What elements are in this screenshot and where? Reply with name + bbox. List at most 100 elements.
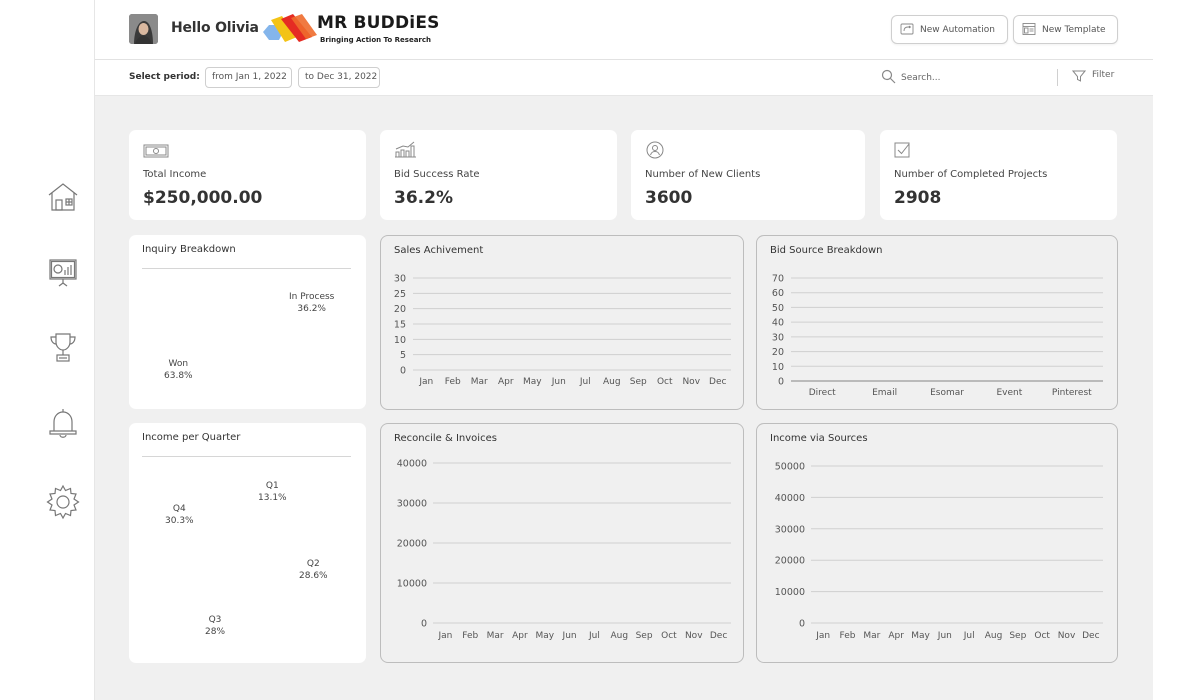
x-tick-label: Feb: [462, 631, 478, 641]
period-from-picker[interactable]: from Jan 1, 2022: [205, 67, 292, 88]
filter-button[interactable]: Filter: [1072, 70, 1115, 82]
x-tick-label: Jan: [418, 377, 433, 387]
x-tick-label: May: [523, 377, 542, 387]
y-tick-label: 20: [394, 304, 406, 315]
home-icon[interactable]: [44, 178, 82, 216]
title-divider: [142, 268, 351, 269]
x-tick-label: Dec: [710, 631, 727, 641]
top-bar: Hello Olivia MR BUDDiES Bringing Action …: [95, 0, 1153, 60]
x-tick-label: Jun: [551, 377, 566, 387]
panel-title: Inquiry Breakdown: [142, 244, 236, 255]
x-tick-label: Esomar: [930, 388, 964, 398]
x-tick-label: May: [911, 631, 930, 641]
sidebar: [0, 0, 95, 700]
kpi-value: $250,000.00: [143, 188, 263, 208]
x-tick-label: Sep: [630, 377, 647, 387]
pie-label-in-process: In Process 36.2%: [289, 291, 334, 315]
y-tick-label: 10: [772, 362, 784, 373]
search-input[interactable]: [901, 70, 1041, 86]
y-tick-label: 0: [778, 377, 784, 388]
x-tick-label: Mar: [863, 631, 880, 641]
x-tick-label: Oct: [1034, 631, 1050, 641]
income-per-quarter-card: Income per Quarter Q1 13.1% Q2 28.6% Q3 …: [129, 423, 366, 663]
pie-label-won: Won 63.8%: [164, 358, 193, 382]
x-tick-label: Nov: [685, 631, 703, 641]
x-tick-label: Aug: [603, 377, 621, 387]
sales-achievement-card: Sales Achivement 0 5 10 15 20 25 30 Jan Feb Mar Ap…: [380, 235, 744, 410]
x-tick-label: Jun: [937, 631, 952, 641]
pie-label-q3: Q3 28%: [205, 614, 225, 638]
filter-label: Filter: [1092, 70, 1115, 80]
bid-source-chart: 0 10 20 30 40 50 60 70 Direct Email Esomar Event Pin…: [772, 274, 1103, 398]
pie-label-q1: Q1 13.1%: [258, 480, 287, 504]
new-template-button[interactable]: New Template: [1013, 15, 1118, 44]
y-tick-label: 70: [772, 274, 784, 285]
x-tick-label: Aug: [985, 631, 1003, 641]
kpi-bid-success-rate: Bid Success Rate 36.2%: [380, 130, 617, 220]
y-tick-label: 0: [799, 619, 805, 630]
inquiry-breakdown-card: Inquiry Breakdown In Process 36.2% Won 6…: [129, 235, 366, 409]
checkbox-icon: [894, 142, 910, 158]
slice-percent: 36.2%: [297, 304, 326, 314]
x-tick-label: Jan: [815, 631, 830, 641]
x-tick-label: Jun: [562, 631, 577, 641]
y-tick-label: 10000: [397, 579, 427, 590]
y-tick-label: 30000: [397, 499, 427, 510]
brand-tagline: Bringing Action To Research: [320, 36, 432, 44]
y-tick-label: 60: [772, 288, 784, 299]
presentation-icon[interactable]: [44, 253, 82, 291]
panel-title: Income per Quarter: [142, 432, 241, 443]
slice-percent: 28%: [205, 627, 226, 637]
bell-icon[interactable]: [44, 404, 82, 442]
greeting: Hello Olivia: [171, 20, 259, 36]
slice-name: Q1: [265, 481, 279, 491]
bid-source-breakdown-card: Bid Source Breakdown 0 10 20 30 40 50 60 70 Dire…: [756, 235, 1118, 410]
y-tick-label: 15: [394, 320, 406, 331]
settings-gear-icon[interactable]: [44, 483, 82, 521]
y-tick-label: 40000: [397, 459, 427, 470]
x-tick-label: Apr: [888, 631, 904, 641]
brand-logo[interactable]: MR BUDDiES Bringing Action To Research: [263, 12, 443, 48]
kpi-value: 3600: [645, 188, 693, 208]
period-to-picker[interactable]: to Dec 31, 2022: [298, 67, 380, 88]
trophy-icon[interactable]: [44, 328, 82, 366]
new-automation-label: New Automation: [920, 24, 995, 35]
search-icon[interactable]: [881, 69, 896, 84]
kpi-label: Number of New Clients: [645, 169, 761, 180]
y-tick-label: 50000: [775, 462, 805, 473]
slice-name: Q2: [306, 559, 320, 569]
sales-achievement-chart: 0 5 10 15 20 25 30 Jan Feb Mar Apr May Jun Jul Aug Sep O…: [394, 274, 731, 387]
kpi-value: 36.2%: [394, 188, 453, 208]
y-tick-label: 0: [421, 619, 427, 630]
kpi-label: Total Income: [143, 169, 207, 180]
x-tick-label: Direct: [809, 388, 836, 398]
slice-percent: 30.3%: [165, 516, 194, 526]
avatar[interactable]: [129, 14, 158, 44]
kpi-label: Bid Success Rate: [394, 169, 480, 180]
user-circle-icon: [646, 141, 664, 159]
income-via-sources-card: Income via Sources 0 10000 20000 30000 40000…: [756, 423, 1118, 663]
reconcile-invoices-card: Reconcile & Invoices 0 10000 20000 30000 400…: [380, 423, 744, 663]
new-template-label: New Template: [1042, 24, 1106, 35]
automation-icon: [900, 23, 914, 35]
x-tick-label: Oct: [657, 377, 673, 387]
y-tick-label: 25: [394, 289, 406, 300]
y-tick-label: 50: [772, 303, 784, 314]
x-tick-label: Jul: [963, 631, 975, 641]
right-margin: [1153, 0, 1185, 700]
slice-name: Q3: [208, 615, 222, 625]
x-tick-label: Dec: [1082, 631, 1099, 641]
new-automation-button[interactable]: New Automation: [891, 15, 1008, 44]
y-tick-label: 10: [394, 335, 406, 346]
x-tick-label: Dec: [709, 377, 726, 387]
dashboard-main: Total Income $250,000.00 Bid Success Rat…: [95, 96, 1153, 700]
y-tick-label: 20: [772, 347, 784, 358]
reconcile-invoices-chart: 0 10000 20000 30000 40000 Jan Feb Mar Apr May Jun J…: [397, 459, 731, 641]
x-tick-label: Mar: [487, 631, 504, 641]
x-tick-label: Jul: [579, 377, 591, 387]
x-tick-label: Jan: [437, 631, 452, 641]
y-tick-label: 20000: [775, 556, 805, 567]
template-icon: [1022, 23, 1036, 35]
slice-name: Won: [168, 359, 189, 369]
x-tick-label: May: [535, 631, 554, 641]
